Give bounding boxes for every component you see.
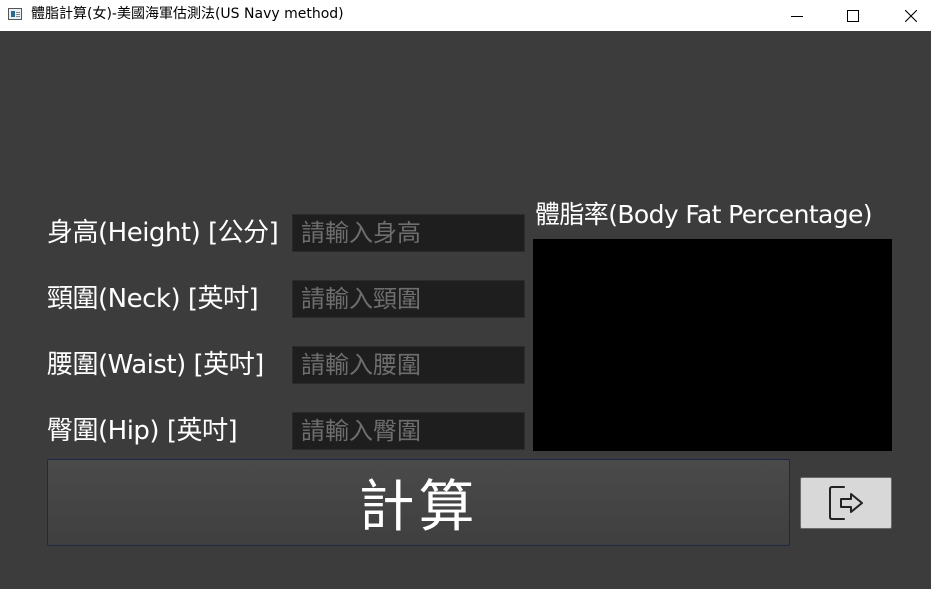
maximize-button[interactable] bbox=[824, 0, 882, 31]
title-bar: 體脂計算(女)-美國海軍估測法(US Navy method) bbox=[0, 0, 931, 31]
calculate-button-label: 計算 bbox=[358, 475, 479, 540]
height-input[interactable] bbox=[292, 214, 525, 252]
hip-input[interactable] bbox=[292, 412, 525, 450]
waist-input[interactable] bbox=[292, 346, 525, 384]
hip-label: 臀圍(Hip) [英吋] bbox=[47, 416, 238, 446]
close-icon bbox=[905, 9, 917, 22]
window-title: 體脂計算(女)-美國海軍估測法(US Navy method) bbox=[31, 6, 344, 22]
result-display bbox=[533, 239, 892, 451]
exit-button[interactable] bbox=[800, 477, 892, 529]
waist-label: 腰圍(Waist) [英吋] bbox=[47, 350, 264, 380]
minimize-button[interactable] bbox=[768, 0, 826, 31]
main-panel: 身高(Height) [公分] 頸圍(Neck) [英吋] 腰圍(Waist) … bbox=[0, 31, 931, 589]
close-button[interactable] bbox=[882, 0, 931, 31]
maximize-icon bbox=[847, 9, 859, 22]
neck-label: 頸圍(Neck) [英吋] bbox=[47, 284, 259, 314]
neck-input[interactable] bbox=[292, 280, 525, 318]
calculate-button[interactable]: 計算 bbox=[47, 459, 790, 546]
exit-icon bbox=[829, 486, 863, 520]
height-label: 身高(Height) [公分] bbox=[47, 218, 279, 248]
result-title: 體脂率(Body Fat Percentage) bbox=[535, 200, 873, 229]
app-icon bbox=[8, 8, 22, 20]
minimize-icon bbox=[791, 15, 803, 17]
